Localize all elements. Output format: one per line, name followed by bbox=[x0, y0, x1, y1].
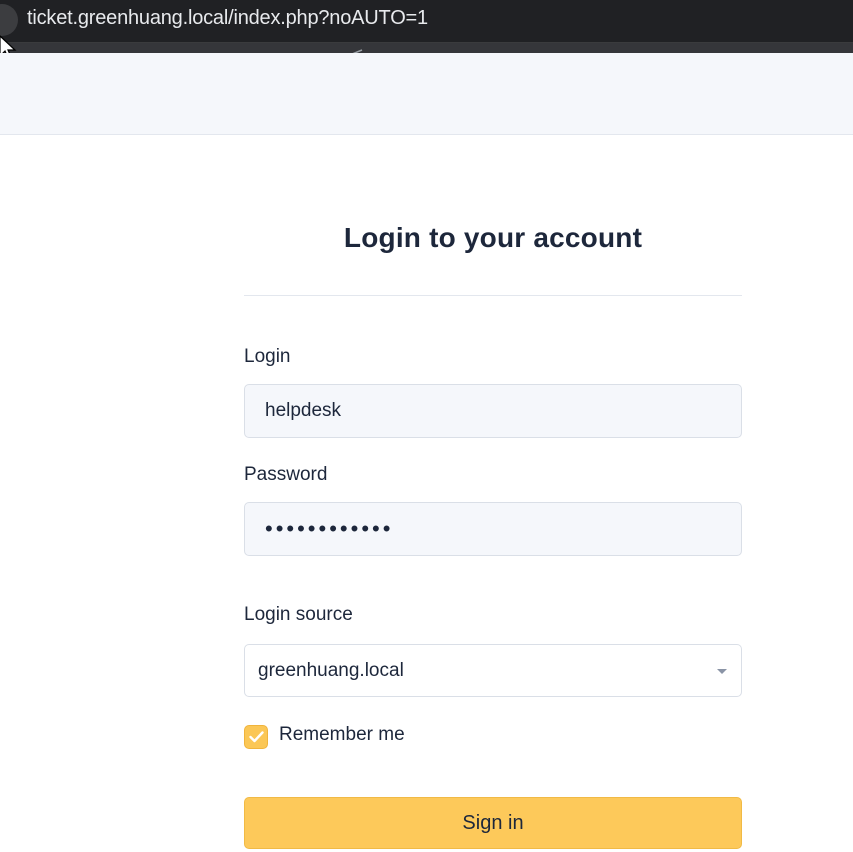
sign-in-button[interactable]: Sign in bbox=[244, 797, 742, 849]
browser-toolbar-strip bbox=[0, 43, 853, 53]
checkmark-icon bbox=[249, 731, 264, 743]
login-source-label: Login source bbox=[244, 604, 353, 625]
login-input[interactable] bbox=[244, 384, 742, 438]
app-header bbox=[0, 53, 853, 135]
chevron-down-icon bbox=[717, 669, 727, 674]
login-source-select[interactable]: greenhuang.local bbox=[244, 644, 742, 697]
site-info-icon[interactable] bbox=[0, 4, 18, 36]
address-url[interactable]: ticket.greenhuang.local/index.php?noAUTO… bbox=[27, 4, 428, 32]
login-label: Login bbox=[244, 346, 291, 367]
remember-me-label: Remember me bbox=[279, 724, 405, 745]
title-divider bbox=[244, 295, 742, 296]
login-source-value: greenhuang.local bbox=[258, 660, 404, 681]
password-label: Password bbox=[244, 464, 328, 485]
remember-me-checkbox[interactable]: Remember me bbox=[244, 721, 504, 749]
browser-address-bar[interactable]: ticket.greenhuang.local/index.php?noAUTO… bbox=[0, 0, 853, 43]
password-input[interactable] bbox=[244, 502, 742, 556]
checkbox[interactable] bbox=[244, 725, 268, 749]
page-title: Login to your account bbox=[343, 222, 643, 253]
